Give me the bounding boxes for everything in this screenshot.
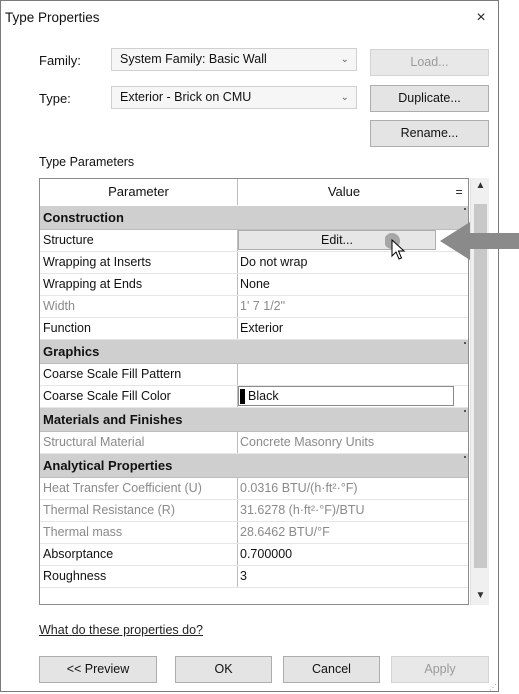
color-name: Black [248,389,279,403]
collapse-marker-icon[interactable] [464,208,466,210]
load-button[interactable]: Load... [370,49,489,76]
collapse-marker-icon[interactable] [464,410,466,412]
category-label: Materials and Finishes [43,412,183,427]
parameter-row[interactable]: Wrapping at Ends None [40,274,468,296]
parameter-name: Wrapping at Inserts [40,252,238,273]
mouse-cursor-icon [385,233,406,260]
parameter-name: Function [40,318,238,339]
color-swatch [240,389,245,404]
ok-button[interactable]: OK [175,656,272,683]
grid-header: Parameter Value = [40,179,468,207]
category-row[interactable]: Analytical Properties [40,454,468,478]
parameter-value[interactable]: 3 [238,566,468,587]
family-value: System Family: Basic Wall [120,52,267,66]
close-icon[interactable]: × [470,7,492,29]
collapse-marker-icon[interactable] [464,342,466,344]
parameter-value: 28.6462 BTU/°F [240,525,330,539]
color-picker-button[interactable]: Black [238,386,454,406]
collapse-marker-icon[interactable] [464,456,466,458]
parameter-row[interactable]: Coarse Scale Fill Color Black [40,386,468,408]
help-link[interactable]: What do these properties do? [39,623,203,637]
category-label: Construction [43,210,124,225]
parameter-value: 31.6278 (h·ft²·°F)/BTU [240,503,365,517]
parameter-name: Wrapping at Ends [40,274,238,295]
parameter-row[interactable]: Absorptance 0.700000 [40,544,468,566]
parameter-name: Coarse Scale Fill Color [40,386,238,407]
parameter-row[interactable]: Thermal mass 28.6462 BTU/°F [40,522,468,544]
value-cell: Edit... [238,230,468,251]
parameter-name: Absorptance [40,544,238,565]
resize-grip-icon[interactable]: ⋰ [489,683,497,692]
category-label: Analytical Properties [43,458,173,473]
category-row[interactable]: Construction [40,206,468,230]
parameter-name: Roughness [40,566,238,587]
chevron-down-icon: ⌄ [340,92,349,103]
parameter-value: 1' 7 1/2" [240,299,286,313]
parameter-value[interactable]: None [238,274,468,295]
parameter-value: Concrete Masonry Units [240,435,375,449]
type-dropdown[interactable]: Exterior - Brick on CMU ⌄ [111,86,357,109]
value-column-header[interactable]: Value [238,179,450,205]
parameter-row[interactable]: Heat Transfer Coefficient (U) 0.0316 BTU/… [40,478,468,500]
callout-arrow-shape [440,222,519,260]
title-bar: Type Properties × [1,1,498,35]
scroll-up-icon[interactable]: ▲ [471,180,490,191]
sort-icon[interactable]: = [450,179,468,205]
type-parameters-label: Type Parameters [39,155,135,169]
duplicate-button[interactable]: Duplicate... [370,85,489,112]
dialog-title: Type Properties [5,10,100,25]
scroll-down-icon[interactable]: ▼ [471,590,490,601]
parameter-row[interactable]: Thermal Resistance (R) 31.6278 (h·ft²·°F)… [40,500,468,522]
value-cell: Black [238,386,468,407]
parameter-value[interactable] [238,364,468,385]
parameter-row[interactable]: Function Exterior [40,318,468,340]
parameter-row[interactable]: Structural Material Concrete Masonry Unit… [40,432,468,454]
parameter-column-header[interactable]: Parameter [40,179,238,205]
parameter-row[interactable]: Coarse Scale Fill Pattern [40,364,468,386]
parameter-value[interactable]: Exterior [238,318,468,339]
parameter-name: Thermal mass [40,522,238,543]
family-dropdown[interactable]: System Family: Basic Wall ⌄ [111,48,357,71]
family-label: Family: [39,53,81,68]
category-row[interactable]: Graphics [40,340,468,364]
parameter-name: Thermal Resistance (R) [40,500,238,521]
cancel-button[interactable]: Cancel [283,656,380,683]
parameter-value: 0.0316 BTU/(h·ft²·°F) [240,481,358,495]
type-properties-dialog: Type Properties × Family: System Family:… [0,0,499,692]
rename-button[interactable]: Rename... [370,120,489,147]
chevron-down-icon: ⌄ [340,54,349,65]
parameter-value[interactable]: 0.700000 [238,544,468,565]
callout-arrow-icon [440,222,519,260]
parameter-value[interactable]: Do not wrap [238,252,468,273]
parameter-name: Structure [40,230,238,251]
parameter-name: Width [40,296,238,317]
parameter-row[interactable]: Width 1' 7 1/2" [40,296,468,318]
type-value: Exterior - Brick on CMU [120,90,252,104]
category-row[interactable]: Materials and Finishes [40,408,468,432]
parameter-row[interactable]: Roughness 3 [40,566,468,588]
type-label: Type: [39,91,71,106]
category-label: Graphics [43,344,100,359]
parameter-name: Heat Transfer Coefficient (U) [40,478,238,499]
preview-button[interactable]: << Preview [39,656,157,683]
parameter-name: Coarse Scale Fill Pattern [40,364,238,385]
parameter-name: Structural Material [40,432,238,453]
apply-button[interactable]: Apply [391,656,489,683]
